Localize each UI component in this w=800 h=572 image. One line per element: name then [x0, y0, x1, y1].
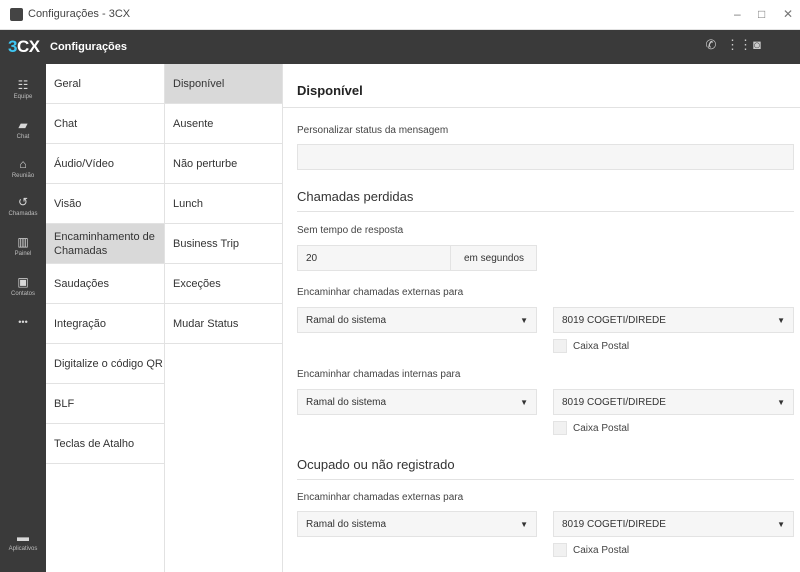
internal-forward-label: Encaminhar chamadas internas para: [297, 369, 461, 380]
dialpad-icon[interactable]: ⋮⋮: [726, 38, 752, 52]
contacts-icon: ▣: [17, 275, 29, 289]
chevron-down-icon: ▼: [777, 519, 785, 529]
maximize-icon[interactable]: □: [758, 7, 765, 21]
app-icon: [10, 8, 23, 21]
divider: [283, 107, 800, 108]
main-panel: Disponível Personalizar status da mensag…: [283, 64, 800, 572]
menu-item-general[interactable]: Geral: [46, 64, 164, 104]
meeting-icon: ⌂: [19, 157, 27, 171]
menu-item-call-forwarding[interactable]: Encaminhamento de Chamadas: [46, 224, 164, 264]
status-item-exceptions[interactable]: Exceções: [165, 264, 282, 304]
sidebar-item-contacts[interactable]: ▣ Contatos: [0, 269, 46, 309]
external-forward-label: Encaminhar chamadas externas para: [297, 287, 464, 298]
divider: [297, 211, 794, 212]
sidebar-item-label: Equipe: [13, 94, 33, 100]
chevron-down-icon: ▼: [777, 315, 785, 325]
apps-icon: ▬: [17, 530, 29, 544]
status-menu: Disponível Ausente Não perturbe Lunch Bu…: [165, 64, 283, 572]
external-voicemail-label: Caixa Postal: [573, 341, 630, 352]
chevron-down-icon: ▼: [520, 315, 528, 325]
team-icon: ☷: [17, 78, 29, 92]
sidebar-item-team[interactable]: ☷ Equipe: [0, 72, 46, 112]
sidebar: ☷ Equipe ▰ Chat ⌂ Reunião ↺ Chamadas ▥ P…: [0, 64, 46, 572]
status-item-business-trip[interactable]: Business Trip: [165, 224, 282, 264]
internal-voicemail-label: Caixa Postal: [573, 423, 630, 434]
busy-external-forward-value: Ramal do sistema: [306, 518, 387, 530]
menu-item-audio-video[interactable]: Áudio/Vídeo: [46, 144, 164, 184]
external-target-value: 8019 COGETI/DIREDE: [562, 314, 666, 326]
window-title: Configurações - 3CX: [28, 8, 131, 20]
busy-heading: Ocupado ou não registrado: [297, 457, 455, 472]
status-item-lunch[interactable]: Lunch: [165, 184, 282, 224]
status-item-dnd[interactable]: Não perturbe: [165, 144, 282, 184]
busy-voicemail-label: Caixa Postal: [573, 545, 630, 556]
busy-external-forward-select[interactable]: Ramal do sistema ▼: [297, 511, 537, 537]
menu-item-shortcuts[interactable]: Teclas de Atalho: [46, 424, 164, 464]
3cx-logo: 3CX: [8, 37, 40, 56]
sidebar-item-panel[interactable]: ▥ Painel: [0, 229, 46, 269]
external-forward-value: Ramal do sistema: [306, 314, 387, 326]
more-icon: •••: [18, 317, 28, 327]
internal-target-value: 8019 COGETI/DIREDE: [562, 396, 666, 408]
no-answer-value: 20: [306, 253, 318, 264]
sidebar-item-more[interactable]: •••: [0, 309, 46, 349]
external-voicemail-checkbox[interactable]: [553, 339, 567, 353]
internal-forward-value: Ramal do sistema: [306, 396, 387, 408]
minimize-icon[interactable]: –: [734, 7, 741, 21]
sidebar-item-label: Chat: [16, 134, 30, 140]
sidebar-item-label: Painel: [14, 251, 32, 257]
settings-menu: Geral Chat Áudio/Vídeo Visão Encaminhame…: [46, 64, 165, 572]
sidebar-item-label: Contatos: [10, 291, 35, 297]
sidebar-item-calls[interactable]: ↺ Chamadas: [0, 189, 46, 229]
missed-calls-heading: Chamadas perdidas: [297, 189, 414, 204]
avatar-icon[interactable]: ◙: [750, 38, 764, 52]
panel-icon: ▥: [17, 235, 29, 249]
seconds-unit-label: em segundos: [450, 246, 537, 270]
sidebar-item-label: Reunião: [11, 173, 35, 179]
chevron-down-icon: ▼: [520, 519, 528, 529]
external-forward-select[interactable]: Ramal do sistema ▼: [297, 307, 537, 333]
sidebar-item-label: Aplicativos: [8, 546, 38, 552]
busy-external-target-select[interactable]: 8019 COGETI/DIREDE ▼: [553, 511, 794, 537]
chevron-down-icon: ▼: [520, 397, 528, 407]
menu-item-view[interactable]: Visão: [46, 184, 164, 224]
status-item-away[interactable]: Ausente: [165, 104, 282, 144]
no-answer-label: Sem tempo de resposta: [297, 225, 404, 236]
custom-status-input[interactable]: [297, 144, 794, 170]
phone-icon[interactable]: ✆: [704, 38, 718, 52]
busy-voicemail-checkbox[interactable]: [553, 543, 567, 557]
calls-icon: ↺: [17, 195, 29, 209]
menu-item-greetings[interactable]: Saudações: [46, 264, 164, 304]
chevron-down-icon: ▼: [777, 397, 785, 407]
divider: [297, 479, 794, 480]
custom-status-label: Personalizar status da mensagem: [297, 125, 449, 136]
status-item-available[interactable]: Disponível: [165, 64, 282, 104]
sidebar-item-apps[interactable]: ▬ Aplicativos: [0, 524, 46, 564]
external-target-select[interactable]: 8019 COGETI/DIREDE ▼: [553, 307, 794, 333]
window-titlebar: Configurações - 3CX – □ ✕: [0, 0, 800, 30]
sidebar-item-meeting[interactable]: ⌂ Reunião: [0, 151, 46, 191]
busy-external-target-value: 8019 COGETI/DIREDE: [562, 518, 666, 530]
page-title: Configurações: [50, 41, 128, 53]
internal-forward-select[interactable]: Ramal do sistema ▼: [297, 389, 537, 415]
menu-item-integration[interactable]: Integração: [46, 304, 164, 344]
menu-item-chat[interactable]: Chat: [46, 104, 164, 144]
status-item-change-status[interactable]: Mudar Status: [165, 304, 282, 344]
menu-item-qr-code[interactable]: Digitalize o código QR: [46, 344, 164, 384]
chat-icon: ▰: [18, 118, 28, 132]
sidebar-item-label: Chamadas: [8, 211, 38, 217]
internal-voicemail-checkbox[interactable]: [553, 421, 567, 435]
sidebar-item-chat[interactable]: ▰ Chat: [0, 112, 46, 152]
busy-external-forward-label: Encaminhar chamadas externas para: [297, 492, 464, 503]
close-icon[interactable]: ✕: [783, 7, 793, 21]
section-title: Disponível: [297, 83, 363, 98]
menu-item-blf[interactable]: BLF: [46, 384, 164, 424]
no-answer-timeout-field[interactable]: 20 em segundos: [297, 245, 537, 271]
app-header: 3CX Configurações ✆ ⋮⋮ ◙: [0, 30, 800, 64]
internal-target-select[interactable]: 8019 COGETI/DIREDE ▼: [553, 389, 794, 415]
